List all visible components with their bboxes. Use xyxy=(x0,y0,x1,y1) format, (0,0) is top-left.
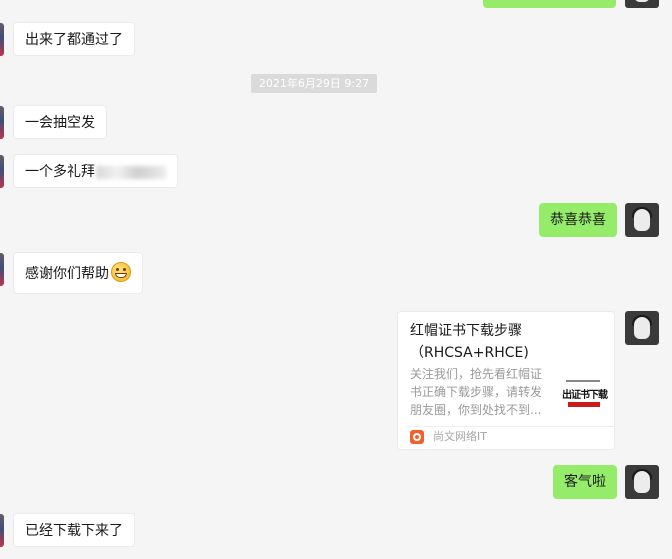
self-avatar[interactable] xyxy=(625,203,659,237)
message-text: 一个多礼拜 xyxy=(25,164,95,180)
blurred-text-redaction xyxy=(96,165,166,179)
message-bubble-outgoing[interactable]: 恭喜恭喜 xyxy=(539,203,617,237)
message-bubble-incoming[interactable]: 一会抽空发 xyxy=(13,105,107,139)
message-bubble-incoming[interactable]: 出来了都通过了 xyxy=(13,22,135,56)
link-card-thumbnail: 出证书下载 xyxy=(558,370,608,418)
thumbnail-title: 出证书下载 xyxy=(562,390,608,401)
message-bubble-outgoing-partial[interactable] xyxy=(483,0,616,8)
grinning-face-emoji-icon xyxy=(111,262,131,282)
message-bubble-incoming[interactable]: 感谢你们帮助 xyxy=(13,252,143,294)
contact-avatar[interactable] xyxy=(0,106,4,139)
contact-avatar[interactable] xyxy=(0,253,4,286)
contact-avatar[interactable] xyxy=(0,155,4,188)
message-text: 感谢你们帮助 xyxy=(25,266,109,282)
link-card[interactable]: 红帽证书下载步骤（RHCSA+RHCE) 关注我们，抢先看红帽证书正确下载步骤，… xyxy=(397,311,615,450)
card-divider xyxy=(406,426,614,427)
contact-avatar[interactable] xyxy=(0,514,4,547)
link-card-title: 红帽证书下载步骤（RHCSA+RHCE) xyxy=(410,323,529,361)
timestamp-divider: 2021年6月29日 9:27 xyxy=(251,74,377,93)
link-card-description: 关注我们，抢先看红帽证书正确下载步骤，请转发朋友圈，你到处找不到... xyxy=(410,367,543,417)
link-card-source: 尚文网络IT xyxy=(433,430,487,443)
self-avatar[interactable] xyxy=(625,0,659,8)
message-bubble-outgoing[interactable]: 客气啦 xyxy=(553,465,617,499)
message-bubble-incoming[interactable]: 已经下载下来了 xyxy=(13,513,135,547)
self-avatar[interactable] xyxy=(625,465,659,499)
official-account-icon xyxy=(410,430,424,444)
self-avatar[interactable] xyxy=(625,311,659,345)
contact-avatar[interactable] xyxy=(0,23,4,56)
message-bubble-incoming[interactable]: 一个多礼拜 xyxy=(13,154,178,188)
